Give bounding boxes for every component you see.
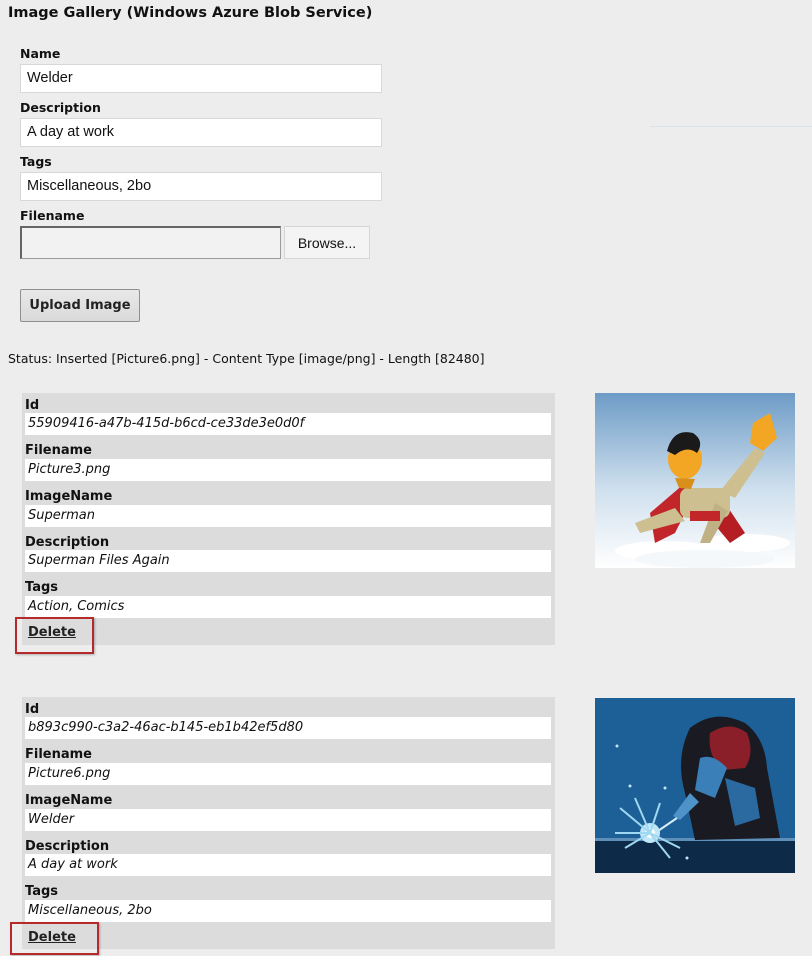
page-title: Image Gallery (Windows Azure Blob Servic… [8,5,373,21]
description-input[interactable]: A day at work [20,118,382,147]
filename-input[interactable] [20,226,281,259]
description-label: Description [20,100,101,115]
tags-label: Tags [25,580,59,595]
imagename-label: ImageName [25,489,113,504]
superman-thumbnail [595,393,795,568]
upload-form: Name Welder Description A day at work Ta… [20,46,382,259]
description-value: Superman Files Again [25,550,551,572]
file-picker: Browse... [20,226,382,259]
imagename-label: ImageName [25,793,113,808]
divider [650,126,812,127]
id-value: 55909416-a47b-415d-b6cd-ce33de3e0d0f [25,413,551,435]
id-label: Id [25,398,40,413]
description-label: Description [25,535,110,550]
tags-label: Tags [25,884,59,899]
id-label: Id [25,702,40,717]
welder-thumbnail [595,698,795,873]
name-label: Name [20,46,61,61]
filename-value: Picture6.png [25,763,551,785]
filename-label: Filename [25,443,92,458]
status-message: Status: Inserted [Picture6.png] - Conten… [8,351,485,366]
filename-value: Picture3.png [25,459,551,481]
tags-value: Miscellaneous, 2bo [25,900,551,922]
imagename-value: Superman [25,505,551,527]
browse-button[interactable]: Browse... [284,226,370,259]
description-label: Description [25,839,110,854]
filename-label: Filename [20,208,85,223]
upload-image-button[interactable]: Upload Image [20,289,140,322]
name-input[interactable]: Welder [20,64,382,93]
highlight-box [15,617,94,654]
description-value: A day at work [25,854,551,876]
image-record-card: Id b893c990-c3a2-46ac-b145-eb1b42ef5d80 … [22,697,555,949]
tags-input[interactable]: Miscellaneous, 2bo [20,172,382,201]
highlight-box [10,922,99,955]
image-record-card: Id 55909416-a47b-415d-b6cd-ce33de3e0d0f … [22,393,555,645]
tags-label: Tags [20,154,52,169]
imagename-value: Welder [25,809,551,831]
id-value: b893c990-c3a2-46ac-b145-eb1b42ef5d80 [25,717,551,739]
tags-value: Action, Comics [25,596,551,618]
filename-label: Filename [25,747,92,762]
